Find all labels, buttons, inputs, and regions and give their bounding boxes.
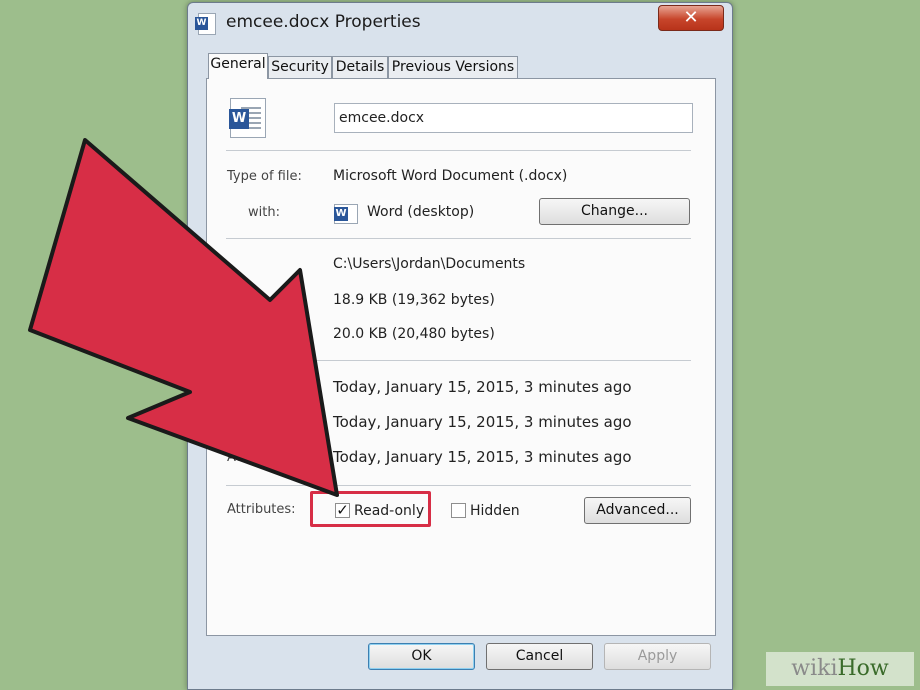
opens-with-label: with:: [248, 205, 280, 220]
created-value: Today, January 15, 2015, 3 minutes ago: [333, 378, 632, 396]
location-value: C:\Users\Jordan\Documents: [333, 256, 526, 272]
tab-security[interactable]: Security: [268, 56, 332, 79]
word-document-icon: [195, 13, 216, 35]
change-button[interactable]: Change...: [539, 198, 690, 225]
properties-dialog: emcee.docx Properties ✕ General Security…: [187, 2, 733, 690]
advanced-button[interactable]: Advanced...: [584, 497, 691, 524]
general-panel: [206, 78, 716, 636]
apply-button[interactable]: Apply: [604, 643, 711, 670]
word-document-icon: W: [229, 98, 266, 138]
tab-general[interactable]: General: [208, 53, 268, 79]
opens-with-value: Word (desktop): [367, 204, 475, 220]
divider: [226, 485, 691, 486]
size-on-disk-value: 20.0 KB (20,480 bytes): [333, 326, 495, 342]
word-app-icon: [334, 204, 358, 224]
type-of-file-label: Type of file:: [227, 169, 302, 184]
accessed-value: Today, January 15, 2015, 3 minutes ago: [333, 448, 632, 466]
divider: [226, 360, 691, 361]
cancel-button[interactable]: Cancel: [486, 643, 593, 670]
file-name-input[interactable]: emcee.docx: [334, 103, 693, 133]
divider: [226, 238, 691, 239]
tab-details[interactable]: Details: [332, 56, 388, 79]
hidden-checkbox[interactable]: [451, 503, 466, 518]
attributes-label: Attributes:: [227, 502, 296, 517]
type-of-file-value: Microsoft Word Document (.docx): [333, 168, 568, 184]
size-value: 18.9 KB (19,362 bytes): [333, 292, 495, 308]
hidden-label[interactable]: Hidden: [470, 503, 520, 519]
modified-value: Today, January 15, 2015, 3 minutes ago: [333, 413, 632, 431]
ok-button[interactable]: OK: [368, 643, 475, 670]
title-bar[interactable]: emcee.docx Properties ✕: [188, 3, 732, 43]
close-button[interactable]: ✕: [658, 5, 724, 31]
readonly-highlight: [310, 491, 431, 527]
wikihow-watermark: wikiHow: [766, 652, 914, 686]
divider: [226, 150, 691, 151]
window-title: emcee.docx Properties: [226, 12, 421, 32]
accessed-label: Acce: [227, 450, 258, 465]
tab-previous-versions[interactable]: Previous Versions: [388, 56, 518, 79]
